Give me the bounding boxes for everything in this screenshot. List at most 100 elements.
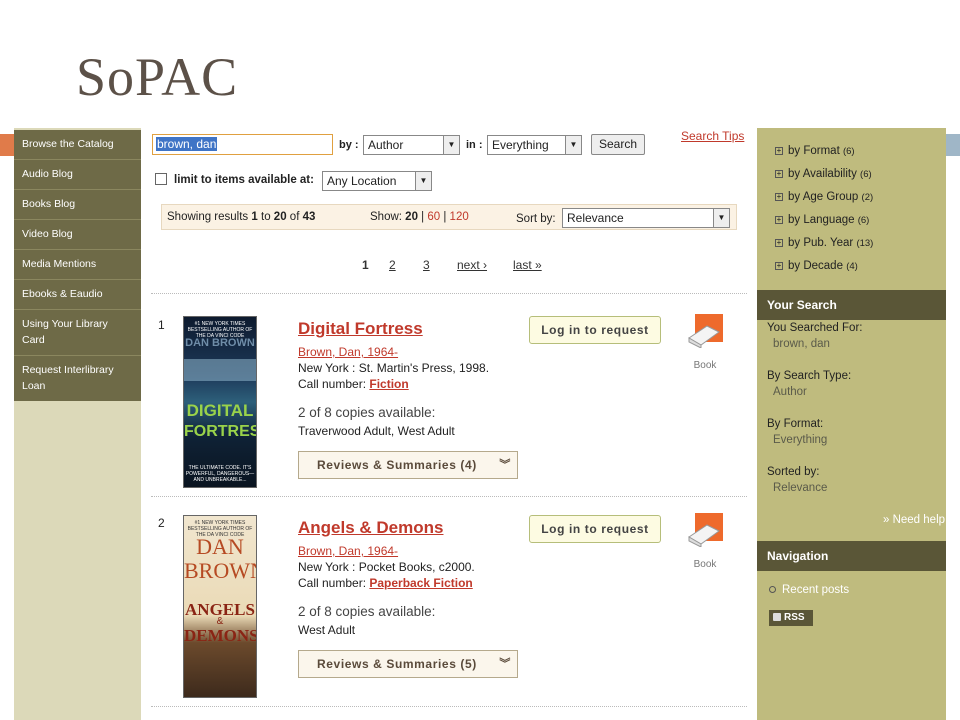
limit-label: limit to items available at:: [174, 174, 314, 186]
nav-browse-catalog[interactable]: Browse the Catalog: [14, 130, 141, 160]
next-page-link[interactable]: next ›: [457, 258, 487, 272]
result-number: 2: [158, 516, 165, 530]
call-number-link[interactable]: Fiction: [369, 377, 408, 391]
nav-interlibrary-loan[interactable]: Request Interlibrary Loan: [14, 356, 141, 401]
result-call-number: Call number: Paperback Fiction: [298, 576, 473, 590]
chevron-down-icon: ▼: [713, 209, 729, 227]
page-3-link[interactable]: 3: [423, 258, 430, 272]
nav-library-card[interactable]: Using Your Library Card: [14, 310, 141, 356]
result-availability: 2 of 8 copies available:: [298, 405, 436, 420]
format-filter-value: Everything: [773, 434, 828, 446]
main-content: brown, dan by : Author ▼ in : Everything…: [141, 128, 757, 720]
rss-feed-button[interactable]: RSS: [769, 610, 813, 626]
slide-title: SoPAC: [76, 47, 239, 107]
page-size-60[interactable]: 60: [427, 211, 440, 223]
page-1-current: 1: [362, 258, 369, 272]
chevron-down-icon: ▼: [443, 136, 459, 154]
result-title-link[interactable]: Angels & Demons: [298, 518, 443, 538]
result-locations: West Adult: [298, 623, 356, 637]
result-separator: [151, 496, 747, 497]
call-number-link[interactable]: Paperback Fiction: [369, 576, 472, 590]
search-button[interactable]: Search: [591, 134, 645, 155]
book-format-icon: [688, 513, 723, 547]
result-publisher: New York : St. Martin's Press, 1998.: [298, 361, 490, 375]
right-sidebar: + by Format (6) + by Availability (6) + by …: [757, 128, 946, 720]
result-availability: 2 of 8 copies available:: [298, 604, 436, 619]
format-label: Book: [693, 559, 717, 570]
left-nav-menu: Browse the Catalog Audio Blog Books Blog…: [14, 130, 141, 401]
book-format-icon: [688, 314, 723, 348]
reviews-summaries-toggle[interactable]: Reviews & Summaries (5) ︾: [298, 650, 518, 678]
need-help-link[interactable]: » Need help: [883, 514, 945, 526]
searched-for-label: You Searched For:: [767, 322, 863, 334]
last-page-link[interactable]: last »: [513, 258, 542, 272]
search-type-label: By Search Type:: [767, 370, 852, 382]
result-author-link[interactable]: Brown, Dan, 1964-: [298, 544, 398, 558]
login-to-request-button[interactable]: Log in to request: [529, 316, 661, 344]
book-cover-image[interactable]: #1 NEW YORK TIMES BESTSELLING AUTHOR OF …: [183, 316, 257, 488]
sort-select[interactable]: Relevance ▼: [562, 208, 730, 228]
rss-icon: [773, 613, 781, 621]
in-label: in :: [466, 139, 483, 151]
result-number: 1: [158, 318, 165, 332]
nav-books-blog[interactable]: Books Blog: [14, 190, 141, 220]
nav-video-blog[interactable]: Video Blog: [14, 220, 141, 250]
facet-pub-year[interactable]: + by Pub. Year (13): [775, 237, 873, 249]
nav-audio-blog[interactable]: Audio Blog: [14, 160, 141, 190]
result-separator: [151, 706, 747, 707]
result-separator: [151, 293, 747, 294]
facet-language[interactable]: + by Language (6): [775, 214, 869, 226]
result-author-link[interactable]: Brown, Dan, 1964-: [298, 345, 398, 359]
location-select[interactable]: Any Location ▼: [322, 171, 432, 191]
expand-plus-icon: +: [775, 192, 783, 201]
expand-plus-icon: +: [775, 169, 783, 178]
nav-media-mentions[interactable]: Media Mentions: [14, 250, 141, 280]
facet-availability[interactable]: + by Availability (6): [775, 168, 872, 180]
decor-strip-left: [0, 134, 14, 156]
result-title-link[interactable]: Digital Fortress: [298, 319, 423, 339]
chevron-down-icon: ▼: [565, 136, 581, 154]
result-locations: Traverwood Adult, West Adult: [298, 424, 455, 438]
book-cover-image[interactable]: #1 NEW YORK TIMES BESTSELLING AUTHOR OF …: [183, 515, 257, 698]
expand-plus-icon: +: [775, 146, 783, 155]
by-label: by :: [339, 139, 359, 151]
search-input[interactable]: brown, dan: [152, 134, 333, 155]
limit-checkbox[interactable]: [155, 173, 167, 185]
page-size-20: 20: [405, 211, 418, 223]
result-publisher: New York : Pocket Books, c2000.: [298, 560, 475, 574]
sorted-by-value: Relevance: [773, 482, 828, 494]
page-2-link[interactable]: 2: [389, 258, 396, 272]
sort-label: Sort by:: [516, 213, 556, 225]
decor-strip-right: [946, 134, 960, 156]
login-to-request-button[interactable]: Log in to request: [529, 515, 661, 543]
facet-age-group[interactable]: + by Age Group (2): [775, 191, 873, 203]
search-type-value: Author: [773, 386, 807, 398]
catalog-screenshot: Browse the Catalog Audio Blog Books Blog…: [14, 128, 946, 720]
page-size-options: Show: 20 | 60 | 120: [370, 211, 469, 223]
search-type-select[interactable]: Author ▼: [363, 135, 460, 155]
result-call-number: Call number: Fiction: [298, 377, 409, 391]
recent-posts-link[interactable]: Recent posts: [769, 584, 849, 596]
double-chevron-down-icon: ︾: [499, 459, 511, 471]
search-tips-link[interactable]: Search Tips: [681, 129, 744, 143]
facet-format[interactable]: + by Format (6): [775, 145, 855, 157]
nav-ebooks-eaudio[interactable]: Ebooks & Eaudio: [14, 280, 141, 310]
your-search-heading: Your Search: [757, 290, 946, 320]
search-scope-select[interactable]: Everything ▼: [487, 135, 582, 155]
expand-plus-icon: +: [775, 261, 783, 270]
results-summary-bar: Showing results 1 to 20 of 43 Show: 20 |…: [161, 204, 737, 230]
bullet-icon: [769, 586, 776, 593]
facet-decade[interactable]: + by Decade (4): [775, 260, 858, 272]
expand-plus-icon: +: [775, 238, 783, 247]
page-size-120[interactable]: 120: [450, 211, 469, 223]
cover-eyes-art: [184, 359, 256, 381]
format-label: Book: [693, 360, 717, 371]
reviews-summaries-toggle[interactable]: Reviews & Summaries (4) ︾: [298, 451, 518, 479]
double-chevron-down-icon: ︾: [499, 658, 511, 670]
sorted-by-label: Sorted by:: [767, 466, 820, 478]
format-filter-label: By Format:: [767, 418, 824, 430]
navigation-heading: Navigation: [757, 541, 946, 571]
chevron-down-icon: ▼: [415, 172, 431, 190]
expand-plus-icon: +: [775, 215, 783, 224]
results-count: Showing results 1 to 20 of 43: [167, 211, 316, 223]
